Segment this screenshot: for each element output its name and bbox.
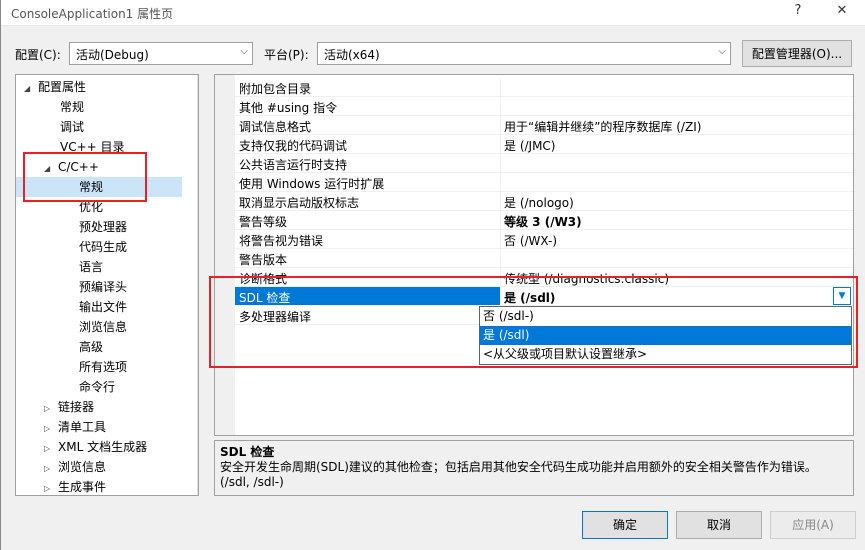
grid-gutter xyxy=(215,75,235,435)
platform-combo-value: 活动(x64) xyxy=(324,48,380,62)
tree-item-all-options[interactable]: 所有选项 xyxy=(79,357,127,377)
apply-button[interactable]: 应用(A) xyxy=(770,511,856,539)
property-grid: 附加包含目录 其他 #using 指令 调试信息格式 用于“编辑并继续”的程序数据… xyxy=(214,74,854,436)
tree-item-linker[interactable]: ▷ 链接器 xyxy=(44,397,94,417)
close-button[interactable]: ✕ xyxy=(827,3,857,23)
description-text: 安全开发生命周期(SDL)建议的其他检查；包括启用其他安全代码生成功能并启用额外… xyxy=(220,460,817,474)
table-row[interactable]: 调试信息格式 用于“编辑并继续”的程序数据库 (/ZI) xyxy=(235,116,853,135)
cancel-button[interactable]: 取消 xyxy=(676,511,762,539)
tree-item-code-generation[interactable]: 代码生成 xyxy=(79,237,127,257)
scroll-up-icon[interactable]: ▲ xyxy=(198,78,199,87)
table-row[interactable]: 警告版本 xyxy=(235,249,853,268)
window-title: ConsoleApplication1 属性页 xyxy=(11,7,174,21)
expanded-icon[interactable]: ◢ xyxy=(24,79,38,99)
property-pages-window: ConsoleApplication1 属性页 ? ✕ 配置(C): 活动(De… xyxy=(0,0,865,550)
description-panel: SDL 检查 安全开发生命周期(SDL)建议的其他检查；包括启用其他安全代码生成… xyxy=(214,440,854,496)
annotation-box-cpp xyxy=(23,152,147,202)
tree-item-browse-information[interactable]: ▷ 浏览信息 xyxy=(44,457,106,477)
collapsed-icon[interactable]: ▷ xyxy=(44,459,58,479)
collapsed-icon[interactable]: ▷ xyxy=(44,439,58,459)
description-flags: (/sdl, /sdl-) xyxy=(220,475,284,489)
config-combo[interactable]: 活动(Debug) ⌵ xyxy=(69,42,253,65)
scroll-down-icon[interactable]: ▼ xyxy=(198,481,199,490)
tree-item-xml-doc-generator[interactable]: ▷ XML 文档生成器 xyxy=(44,437,147,457)
tree-item-command-line[interactable]: 命令行 xyxy=(79,377,115,397)
tree-item-language[interactable]: 语言 xyxy=(79,257,103,277)
table-row[interactable]: 其他 #using 指令 xyxy=(235,97,853,116)
platform-label: 平台(P): xyxy=(264,48,309,62)
tree-item-precompiled-headers[interactable]: 预编译头 xyxy=(79,277,127,297)
tree-item-preprocessor[interactable]: 预处理器 xyxy=(79,217,127,237)
table-row[interactable]: 附加包含目录 xyxy=(235,78,853,97)
table-row[interactable]: 使用 Windows 运行时扩展 xyxy=(235,173,853,192)
config-label: 配置(C): xyxy=(15,48,61,62)
config-combo-value: 活动(Debug) xyxy=(76,48,149,62)
tree-item-manifest-tool[interactable]: ▷ 清单工具 xyxy=(44,417,106,437)
tree-item-general[interactable]: 常规 xyxy=(60,97,84,117)
collapsed-icon[interactable]: ▷ xyxy=(44,419,58,439)
tree-item-output-files[interactable]: 输出文件 xyxy=(79,297,127,317)
table-row[interactable]: 公共语言运行时支持 xyxy=(235,154,853,173)
configuration-manager-button[interactable]: 配置管理器(O)... xyxy=(742,40,852,67)
table-row[interactable]: 警告等级 等级 3 (/W3) xyxy=(235,211,853,230)
tree-item-browse-info[interactable]: 浏览信息 xyxy=(79,317,127,337)
tree-scrollbar[interactable]: ▲ ▼ xyxy=(197,75,199,495)
description-title: SDL 检查 xyxy=(220,445,275,459)
tree-item-advanced[interactable]: 高级 xyxy=(79,337,103,357)
table-row[interactable]: 支持仅我的代码调试是 (/JMC) xyxy=(235,135,853,154)
ok-button[interactable]: 确定 xyxy=(582,511,668,539)
platform-combo[interactable]: 活动(x64) ⌵ xyxy=(317,42,731,65)
collapsed-icon[interactable]: ▷ xyxy=(44,399,58,419)
chevron-down-icon: ⌵ xyxy=(718,46,726,57)
help-button[interactable]: ? xyxy=(783,3,813,23)
tree-item-build-events[interactable]: ▷ 生成事件 xyxy=(44,477,106,495)
table-row[interactable]: 取消显示启动版权标志是 (/nologo) xyxy=(235,192,853,211)
annotation-box-sdl xyxy=(209,276,858,368)
tree-item-debugging[interactable]: 调试 xyxy=(60,117,84,137)
property-tree: ◢ 配置属性 常规 调试 VC++ 目录 ◢ C/C++ 常规 优化 预处理器 代码… xyxy=(15,74,199,496)
title-bar: ConsoleApplication1 属性页 ? ✕ xyxy=(1,0,865,26)
chevron-down-icon: ⌵ xyxy=(240,46,248,57)
tree-item-config-properties[interactable]: ◢ 配置属性 xyxy=(24,77,86,97)
collapsed-icon[interactable]: ▷ xyxy=(44,479,58,495)
table-row[interactable]: 将警告视为错误否 (/WX-) xyxy=(235,230,853,249)
